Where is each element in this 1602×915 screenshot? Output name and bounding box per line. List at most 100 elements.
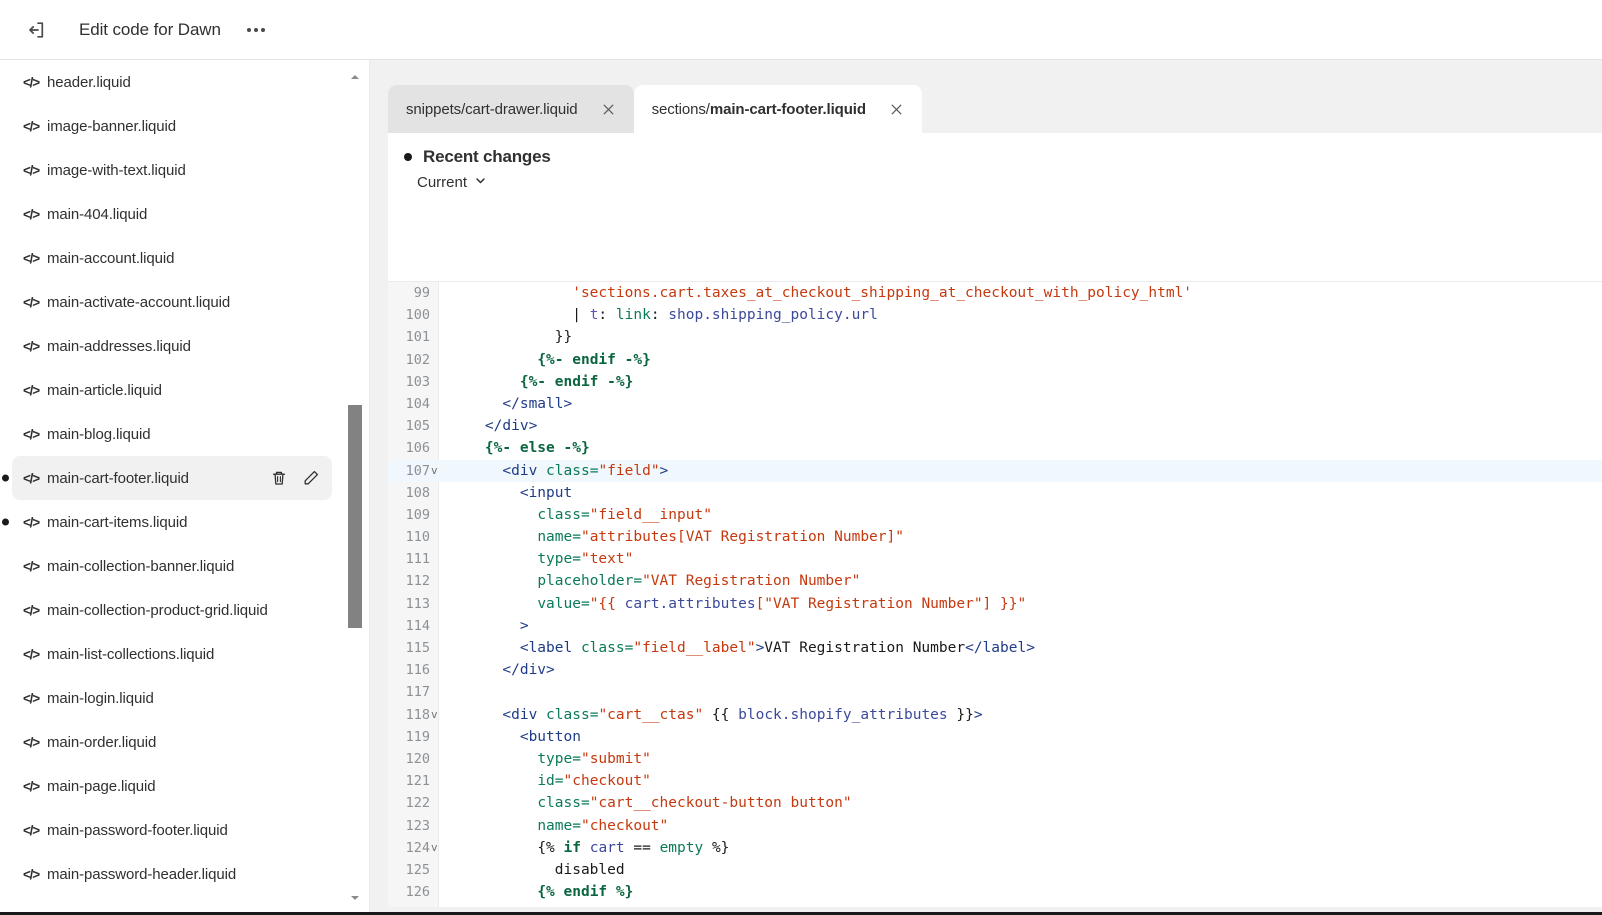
file-list-item[interactable]: </> main-password-footer.liquid [12,808,332,852]
code-line[interactable]: 102 {%- endif -%} [388,349,1602,371]
code-line[interactable]: 101 }} [388,326,1602,348]
file-list-item[interactable]: </> main-login.liquid [12,676,332,720]
code-token: "text" [580,551,634,568]
close-icon[interactable] [600,100,618,118]
code-line-source: value="{{ cart.attributes["VAT Registrat… [439,593,1026,615]
code-line[interactable]: 125 disabled [388,859,1602,881]
code-fold-toggle-icon[interactable]: v [431,842,441,853]
code-line[interactable]: 103 {%- endif -%} [388,371,1602,393]
code-line[interactable]: 106 {%- else -%} [388,437,1602,459]
code-line[interactable]: 110 name="attributes[VAT Registration Nu… [388,526,1602,548]
code-fold-toggle-icon[interactable]: v [431,465,441,476]
file-list-item[interactable]: </> main-collection-banner.liquid [12,544,332,588]
exit-icon[interactable] [19,13,53,47]
code-line[interactable]: 114 > [388,615,1602,637]
trash-icon[interactable] [268,467,290,489]
file-list-item[interactable]: </> main-password-header.liquid [12,852,332,896]
file-list-item[interactable]: </> main-list-collections.liquid [12,632,332,676]
editor-tab-path-prefix: snippets/ [406,100,466,118]
code-token: VAT Registration Number [764,640,966,656]
file-list-item[interactable]: </> main-blog.liquid [12,412,332,456]
code-line[interactable]: 100 | t: link: shop.shipping_policy.url [388,304,1602,326]
code-token: link [615,307,651,324]
code-fold-toggle-icon[interactable]: v [431,709,441,720]
file-list-item[interactable]: </> main-404.liquid [12,192,332,236]
code-line[interactable]: 108 <input [388,482,1602,504]
code-line-source: {% if cart == empty %} [439,837,729,859]
code-line[interactable]: 113 value="{{ cart.attributes["VAT Regis… [388,593,1602,615]
code-line[interactable]: 109 class="field__input" [388,504,1602,526]
code-token: <button [519,728,581,745]
code-token: cart [589,839,625,856]
code-line[interactable]: 105 </div> [388,415,1602,437]
code-token: {% [537,839,564,856]
code-line[interactable]: 99 'sections.cart.taxes_at_checkout_ship… [388,282,1602,304]
editor-tab[interactable]: snippets/cart-drawer.liquid [388,85,634,133]
code-line[interactable]: 111 type="text" [388,548,1602,570]
code-line-source: 'sections.cart.taxes_at_checkout_shippin… [439,282,1192,304]
code-line[interactable]: 120 type="submit" [388,748,1602,770]
code-line[interactable]: 112 placeholder="VAT Registration Number… [388,570,1602,592]
file-list-item[interactable]: </> image-banner.liquid [12,104,332,148]
code-line[interactable]: 121 id="checkout" [388,770,1602,792]
file-list-item[interactable]: </> image-with-text.liquid [12,148,332,192]
file-tree-sidebar: </> header.liquid </> image-banner.liquid </… [0,60,370,915]
code-token: <input [519,484,573,501]
file-list-item[interactable]: </> main-cart-items.liquid [2,500,332,544]
sidebar-scrollbar[interactable] [348,60,362,915]
editor-tab[interactable]: sections/main-cart-footer.liquid [633,85,922,133]
code-token: class= [537,795,590,812]
code-line-source: class="field__input" [439,504,712,526]
file-list-item[interactable]: </> header.liquid [12,60,332,104]
triangle-down-icon[interactable] [349,891,361,903]
code-line[interactable]: 115 <label class="field__label">VAT Regi… [388,637,1602,659]
chevron-down-icon [474,174,487,191]
version-select[interactable]: Current [417,174,487,191]
file-list-item[interactable]: </> main-collection-product-grid.liquid [12,588,332,632]
close-icon[interactable] [888,100,906,118]
code-line[interactable]: 126 {% endif %} [388,881,1602,903]
triangle-up-icon[interactable] [349,70,361,82]
file-list-item-label: image-banner.liquid [47,117,177,135]
code-line[interactable]: 104 </small> [388,393,1602,415]
code-line[interactable]: 117 [388,681,1602,703]
code-token: > [755,640,765,656]
code-line[interactable]: 123 name="checkout" [388,815,1602,837]
file-list-item[interactable]: </> main-order.liquid [12,720,332,764]
code-file-icon: </> [23,646,40,662]
sidebar-scrollbar-thumb[interactable] [348,405,362,628]
code-token: block.shopify_attributes [738,706,948,723]
line-number: 123 [405,817,430,834]
code-line[interactable]: 122 class="cart__checkout-button button" [388,792,1602,814]
code-token: "field__input" [589,506,712,523]
code-line[interactable]: 119 <button [388,726,1602,748]
file-list-item[interactable]: </> main-addresses.liquid [12,324,332,368]
app-header: Edit code for Dawn [0,0,1602,60]
ellipsis-icon[interactable] [241,17,271,43]
code-line[interactable]: 116 </div> [388,659,1602,681]
pencil-icon[interactable] [300,467,322,489]
code-line-source: {%- endif -%} [439,371,634,393]
code-file-icon: </> [23,250,40,266]
ellipsis-dot [246,27,251,32]
code-editor[interactable]: 99 'sections.cart.taxes_at_checkout_ship… [388,281,1602,907]
code-line[interactable]: 124 v {% if cart == empty %} [388,837,1602,859]
code-file-icon: </> [23,74,40,90]
file-list-item[interactable]: </> main-article.liquid [12,368,332,412]
code-token: </label> [965,640,1035,656]
code-line-source: <div class="field"> [439,460,668,482]
code-line-source: disabled [439,859,625,881]
file-list-item[interactable]: </> main-cart-footer.liquid [2,456,332,500]
editor-tab-filename: cart-drawer.liquid [465,100,578,118]
file-list-item[interactable]: </> main-page.liquid [12,764,332,808]
file-list-item[interactable]: </> main-account.liquid [12,236,332,280]
file-list-item[interactable]: </> main-activate-account.liquid [12,280,332,324]
code-line[interactable]: 107 v <div class="field"> [388,459,1602,482]
line-number: 100 [405,307,430,324]
code-lines[interactable]: 99 'sections.cart.taxes_at_checkout_ship… [388,282,1602,907]
code-line[interactable]: 118 v <div class="cart__ctas" {{ block.sh… [388,704,1602,726]
